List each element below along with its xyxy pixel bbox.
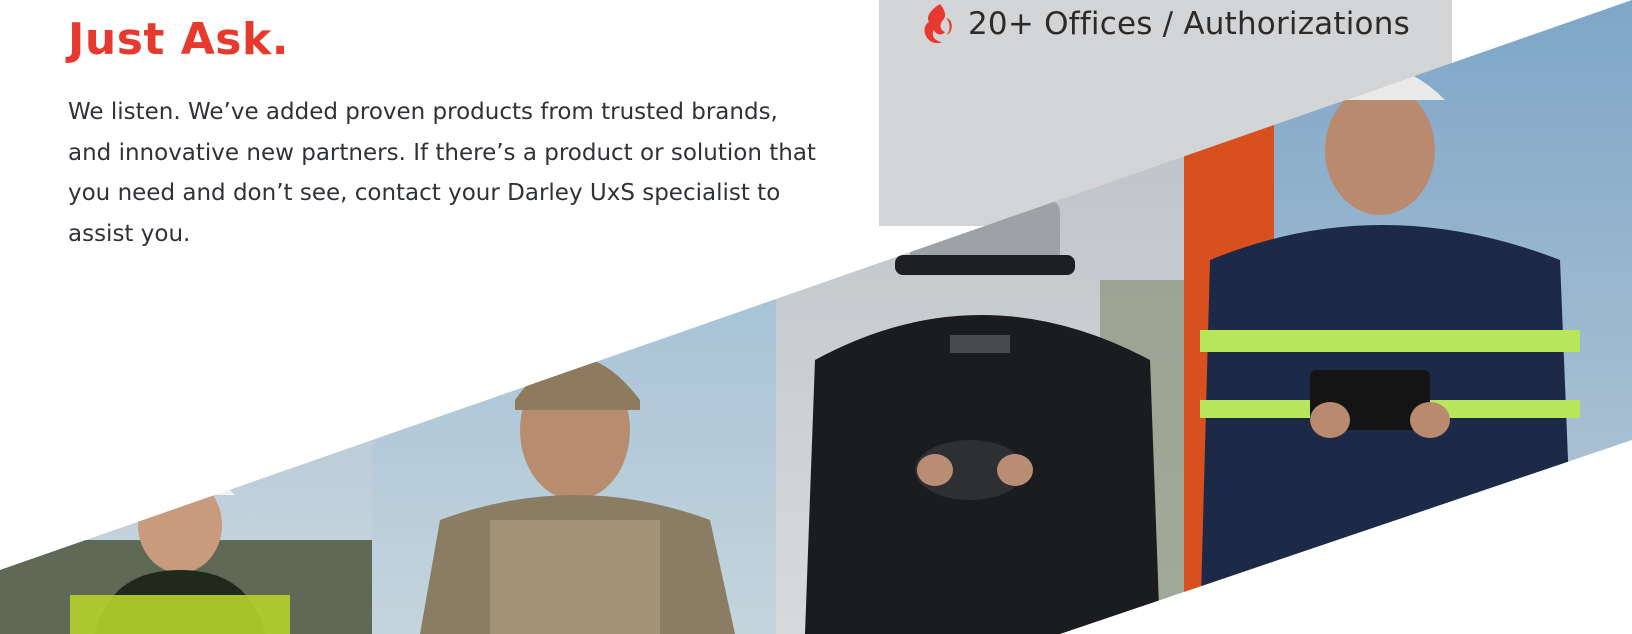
photo-collage	[0, 0, 1632, 634]
photo-bomb-suit	[776, 0, 1184, 634]
photo-firefighter	[1184, 0, 1632, 634]
photo-soldier	[372, 0, 776, 634]
photo-worker	[0, 0, 372, 634]
